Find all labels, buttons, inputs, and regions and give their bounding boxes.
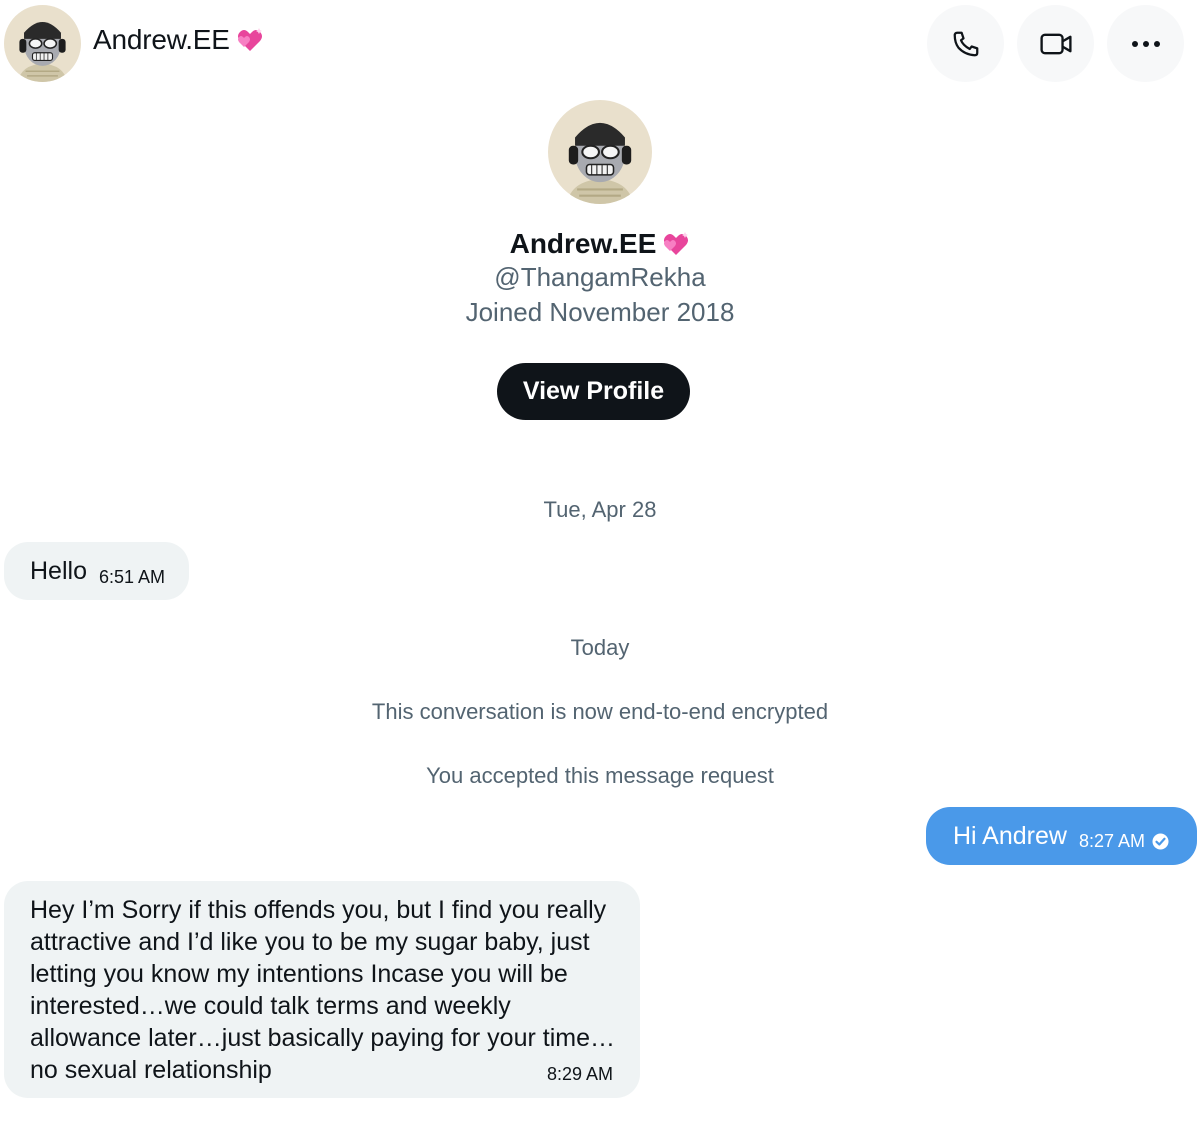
message-text: Hey I’m Sorry if this offends you, but I… [30, 896, 615, 1084]
profile-handle: @ThangamRekha [494, 262, 706, 292]
profile-avatar[interactable] [548, 100, 652, 204]
profile-joined-date: Joined November 2018 [465, 297, 735, 327]
sparkling-hearts-icon [237, 28, 262, 51]
message-time: 8:29 AM [547, 1064, 614, 1084]
phone-icon [953, 31, 978, 56]
more-dots-icon [1131, 40, 1160, 47]
message-time: 8:27 AM [1079, 831, 1146, 851]
profile-name: Andrew.EE [0, 228, 1200, 260]
conversation-header: Andrew.EE [0, 0, 1200, 88]
sparkling-hearts-icon [664, 232, 689, 255]
date-separator: Tue, Apr 28 [543, 497, 657, 522]
incoming-message[interactable]: Hey I’m Sorry if this offends you, but I… [4, 881, 640, 1098]
message-text: Hi Andrew [953, 822, 1067, 850]
date-separator: Today [570, 635, 630, 660]
read-check-icon [1152, 833, 1169, 850]
message-text: Hello [30, 557, 87, 585]
video-call-button[interactable] [1017, 5, 1094, 82]
encryption-notice: This conversation is now end-to-end encr… [371, 699, 829, 724]
header-name-label: Andrew.EE [93, 24, 230, 55]
call-button[interactable] [927, 5, 1004, 82]
message-time: 6:51 AM [99, 567, 166, 587]
outgoing-message[interactable]: Hi Andrew 8:27 AM [926, 807, 1197, 865]
more-button[interactable] [1107, 5, 1184, 82]
profile-card: Andrew.EE @ThangamRekha Joined November … [0, 100, 1200, 420]
request-accepted-notice: You accepted this message request [426, 763, 774, 788]
video-camera-icon [1039, 33, 1072, 54]
profile-name-label: Andrew.EE [509, 228, 657, 259]
ape-avatar-icon[interactable] [4, 5, 81, 82]
header-name[interactable]: Andrew.EE [93, 24, 264, 56]
view-profile-button[interactable]: View Profile [497, 363, 690, 420]
